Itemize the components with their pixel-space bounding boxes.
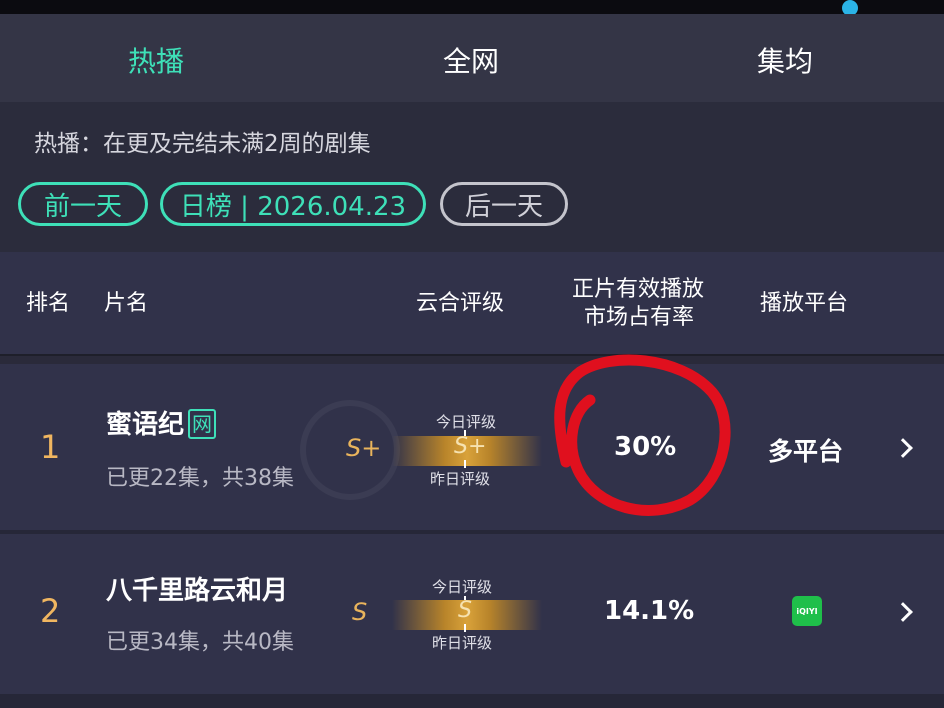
chevron-right-icon[interactable] [893,602,913,622]
market-share-value: 14.1% [604,596,695,626]
rank-number: 2 [40,592,61,630]
platform-label: 多平台 [768,437,844,466]
rating-bar-grade: S [458,598,472,623]
table-row[interactable]: 1 蜜语纪网 已更22集，共38集 S+ 今日评级 S+ 昨日评级 30% 多平… [0,364,944,530]
table-header: 排名 片名 云合评级 正片有效播放 市场占有率 播放平台 [0,252,944,356]
yesterday-rating-label: 昨日评级 [430,470,491,488]
market-share-value: 30% [614,432,677,462]
chevron-right-icon[interactable] [893,438,913,458]
header-platform: 播放平台 [760,291,849,316]
header-share-line2: 市场占有率 [584,305,695,330]
header-share-line1: 正片有效播放 [572,277,705,302]
yesterday-marker [464,624,466,632]
tab-episode-average[interactable]: 集均 [757,40,813,80]
bottom-edge [0,694,944,708]
rank-number: 1 [40,428,61,466]
show-title: 八千里路云和月 [106,576,289,606]
status-bar [0,0,944,16]
tab-hot[interactable]: 热播 [128,40,184,80]
prev-day-button[interactable]: 前一天 [18,182,148,226]
grade-label: S [352,598,368,626]
today-rating-label: 今日评级 [432,578,493,596]
info-panel: 热播：在更及完结未满2周的剧集 前一天 日榜 | 2026.04.23 后一天 [0,102,944,252]
next-day-button[interactable]: 后一天 [440,182,568,226]
yesterday-marker [464,460,466,468]
rating-bar-grade: S+ [454,434,487,459]
grade-label: S+ [346,434,382,462]
date-selector-button[interactable]: 日榜 | 2026.04.23 [160,182,426,226]
tab-all-network[interactable]: 全网 [443,40,499,80]
header-rank: 排名 [26,291,71,316]
table-row[interactable]: 2 八千里路云和月 已更34集，共40集 S 今日评级 S 昨日评级 14.1%… [0,534,944,694]
episode-progress: 已更22集，共38集 [106,466,294,491]
ranking-description: 热播：在更及完结未满2周的剧集 [34,131,371,157]
show-title: 蜜语纪网 [106,404,217,441]
yesterday-rating-label: 昨日评级 [432,634,493,652]
episode-progress: 已更34集，共40集 [106,630,294,655]
today-rating-label: 今日评级 [436,413,497,431]
iqiyi-logo-icon: iQIYI [792,596,822,626]
header-title: 片名 [104,291,149,316]
web-series-badge: 网 [188,409,217,439]
tab-bar: 热播 全网 集均 [0,14,944,110]
show-title-text: 蜜语纪 [106,410,185,440]
header-rating: 云合评级 [416,291,505,316]
